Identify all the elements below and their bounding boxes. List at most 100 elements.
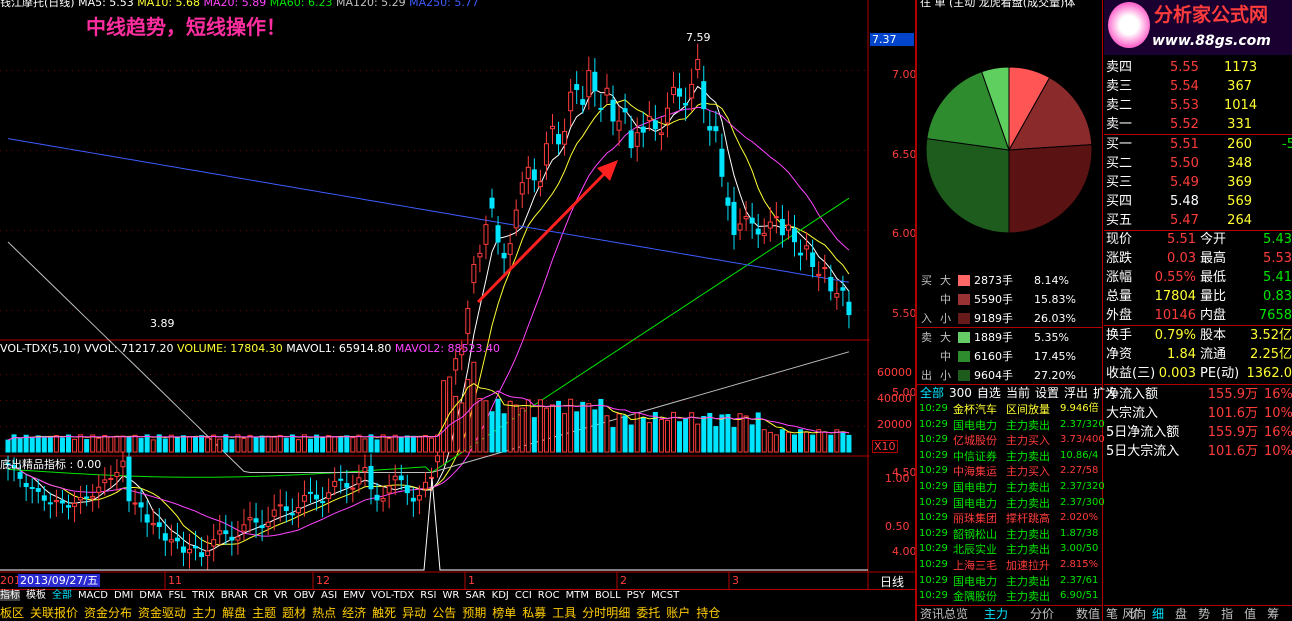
alert-tab[interactable]: 设置 (1035, 386, 1059, 400)
right-bottom-tab[interactable]: 盘 (1175, 607, 1187, 621)
indicator-tab[interactable]: BOLL (595, 590, 621, 601)
fund-percent: 16% (1264, 387, 1292, 402)
indicator-tab[interactable]: VR (274, 590, 288, 601)
alert-stock[interactable]: 上海三毛 (953, 560, 997, 571)
indicator-tab[interactable]: EMV (343, 590, 365, 601)
alert-action: 加速拉升 (1006, 559, 1050, 572)
bottom-tab[interactable]: 预期 (462, 606, 486, 620)
indicator-tab[interactable]: OBV (294, 590, 315, 601)
bottom-tab[interactable]: 公告 (432, 606, 456, 620)
price-tick: 6.00 (892, 227, 917, 240)
alert-stock[interactable]: 丽珠集团 (953, 513, 997, 524)
bottom-tab[interactable]: 经济 (342, 606, 366, 620)
kline-chart[interactable] (0, 0, 915, 600)
alert-stock[interactable]: 亿城股份 (953, 435, 997, 446)
indicator-tab[interactable]: VOL-TDX (371, 590, 414, 601)
orderbook-volume: 260 (1227, 137, 1252, 152)
candle-body (483, 224, 489, 245)
chart-title-bar: 钱江摩托(日线) MA5: 5.53 MA10: 5.68 MA20: 5.89… (0, 0, 479, 8)
panel-bottom-tab[interactable]: 分价 (1030, 607, 1054, 621)
right-bottom-tab[interactable]: 势 (1198, 607, 1210, 621)
indicator-tab[interactable]: RSI (420, 590, 436, 601)
price-tick: 6.50 (892, 147, 917, 161)
indicator-tab[interactable]: MACD (78, 590, 108, 601)
bottom-tab[interactable]: 榜单 (492, 606, 516, 620)
indicator-tab[interactable]: CR (254, 590, 268, 601)
indicator-tab[interactable]: WR (442, 590, 459, 601)
alert-stock[interactable]: 国电电力 (953, 576, 997, 587)
bottom-tab[interactable]: 资金分布 (84, 606, 132, 620)
alert-tab[interactable]: 300 (949, 386, 972, 400)
bottom-tab[interactable]: 账户 (666, 606, 690, 620)
flow-swatch (958, 275, 970, 286)
alert-stock[interactable]: 国电电力 (953, 420, 997, 431)
bottom-tab[interactable]: 关联报价 (30, 606, 78, 620)
alert-stock[interactable]: 中海集运 (953, 466, 997, 477)
right-bottom-tab[interactable]: 值 (1244, 607, 1256, 621)
flow-volume: 6160手 (974, 350, 1013, 363)
indicator-tab[interactable]: DMI (114, 590, 133, 601)
indicator-tab[interactable]: 指标 (0, 590, 20, 601)
bottom-tab[interactable]: 持仓 (696, 606, 720, 620)
alert-tab[interactable]: 全部 (920, 386, 944, 400)
bottom-tab[interactable]: 资金驱动 (138, 606, 186, 620)
bottom-tab[interactable]: 热点 (312, 606, 336, 620)
right-bottom-tab[interactable]: 指 (1221, 607, 1233, 621)
indicator-tab[interactable]: MCST (651, 590, 679, 601)
bottom-tab[interactable]: 题材 (282, 606, 306, 620)
volume-bar (689, 412, 695, 453)
candle-body (779, 219, 785, 236)
alert-stock[interactable]: 国电电力 (953, 498, 997, 509)
panel-bottom-tab[interactable]: 主力 (984, 607, 1008, 621)
volume-bar (743, 415, 749, 453)
indicator-tab[interactable]: ASI (321, 590, 337, 601)
alert-stock[interactable]: 韶钢松山 (953, 529, 997, 540)
indicator-tab[interactable]: PSY (627, 590, 646, 601)
alert-tab[interactable]: 自选 (977, 386, 1001, 400)
period-selector[interactable]: 日线 (880, 576, 904, 588)
alert-tab[interactable]: 浮出 (1064, 386, 1088, 400)
bottom-tab[interactable]: 主力 (192, 606, 216, 620)
right-bottom-tab[interactable]: 细 (1152, 607, 1164, 621)
indicator-tab[interactable]: CCI (515, 590, 532, 601)
mavol2-value: MAVOL2: 88523.40 (394, 342, 501, 355)
indicator-tab[interactable]: MTM (566, 590, 589, 601)
indicator-tab[interactable]: FSL (168, 590, 186, 601)
candle-body (301, 495, 307, 502)
alert-stock[interactable]: 北辰实业 (953, 544, 997, 555)
pie-slice (1008, 144, 1093, 234)
alert-stock[interactable]: 金隅股份 (953, 591, 997, 602)
indicator-tab[interactable]: TRIX (192, 590, 215, 601)
alert-stock[interactable]: 国电电力 (953, 482, 997, 493)
bottom-tab[interactable]: 异动 (402, 606, 426, 620)
indicator-tab[interactable]: KDJ (492, 590, 509, 601)
alert-action: 主力卖出 (1006, 527, 1050, 541)
alert-value: 2.27/58 (1060, 465, 1099, 477)
indicator-tab[interactable]: DMA (139, 590, 162, 601)
indicator-tab[interactable]: BRAR (221, 590, 248, 601)
bottom-tab[interactable]: 工具 (552, 606, 576, 620)
bottom-tab[interactable]: 主题 (252, 606, 276, 620)
indicator-tab[interactable]: 全部 (52, 590, 72, 601)
indicator-tab[interactable]: ROC (538, 590, 560, 601)
right-bottom-tab[interactable]: 笔 (1106, 607, 1118, 621)
bottom-tab[interactable]: 板区 (0, 606, 24, 620)
bottom-tab[interactable]: 私募 (522, 606, 546, 620)
bottom-tab[interactable]: 解盘 (222, 606, 246, 620)
bottom-tab[interactable]: 委托 (636, 606, 660, 620)
indicator-tab[interactable]: SAR (465, 590, 485, 601)
alert-action: 主力卖出 (1006, 418, 1050, 432)
alert-stock[interactable]: 中信证券 (953, 451, 997, 462)
alert-tab[interactable]: 当前 (1006, 386, 1030, 400)
panel-bottom-tab[interactable]: 资讯总览 (920, 607, 968, 621)
indicator-tab[interactable]: 模板 (26, 590, 46, 601)
alert-stock[interactable]: 金杯汽车 (953, 404, 997, 415)
candle-body (471, 264, 477, 284)
bottom-tab[interactable]: 触死 (372, 606, 396, 620)
right-bottom-tab[interactable]: 价 (1129, 607, 1141, 621)
quote-value: 0.03 (1167, 251, 1196, 266)
panel-tabs-top[interactable]: 往 单 (主动 龙虎看盘(成交量)体 (920, 0, 1075, 8)
panel-bottom-tab[interactable]: 数值 (1076, 607, 1100, 621)
right-bottom-tab[interactable]: 筹 (1267, 607, 1279, 621)
bottom-tab[interactable]: 分时明细 (582, 606, 630, 620)
